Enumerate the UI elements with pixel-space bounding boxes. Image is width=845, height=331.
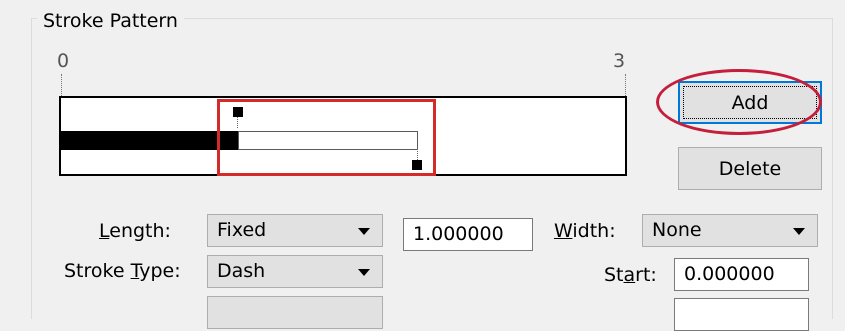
length-mode-dropdown[interactable]: Fixed <box>207 214 383 247</box>
lower-dropdown-partial[interactable] <box>207 296 383 329</box>
dropdown-arrow-icon <box>793 228 805 235</box>
selected-segment-highlight <box>217 99 436 176</box>
scale-max-label: 3 <box>613 50 626 72</box>
stroke-type-label: Stroke Type: <box>64 260 181 282</box>
scale-min-label: 0 <box>57 50 70 72</box>
delete-button-label: Delete <box>718 157 782 180</box>
width-label: Width: <box>554 220 616 242</box>
delete-button[interactable]: Delete <box>678 147 822 190</box>
length-mode-value: Fixed <box>217 219 267 241</box>
start-value-input[interactable]: 0.000000 <box>674 258 809 291</box>
stroke-type-dropdown[interactable]: Dash <box>207 255 383 288</box>
length-value-text: 1.000000 <box>413 223 504 245</box>
width-value: None <box>652 219 702 241</box>
lower-input-partial[interactable] <box>674 298 809 331</box>
length-value-input[interactable]: 1.000000 <box>403 218 533 251</box>
dropdown-arrow-icon <box>358 228 370 235</box>
stroke-type-value: Dash <box>217 260 266 282</box>
add-button-highlight <box>656 69 822 135</box>
stroke-pattern-title: Stroke Pattern <box>37 10 184 32</box>
dropdown-arrow-icon <box>358 269 370 276</box>
start-value-text: 0.000000 <box>684 263 775 285</box>
scale-max-tick <box>625 74 626 96</box>
scale-min-tick <box>61 74 62 96</box>
width-dropdown[interactable]: None <box>642 214 818 247</box>
start-label: Start: <box>604 264 657 286</box>
length-label: Length: <box>99 220 171 242</box>
dash-stroke-segment[interactable] <box>61 131 238 150</box>
